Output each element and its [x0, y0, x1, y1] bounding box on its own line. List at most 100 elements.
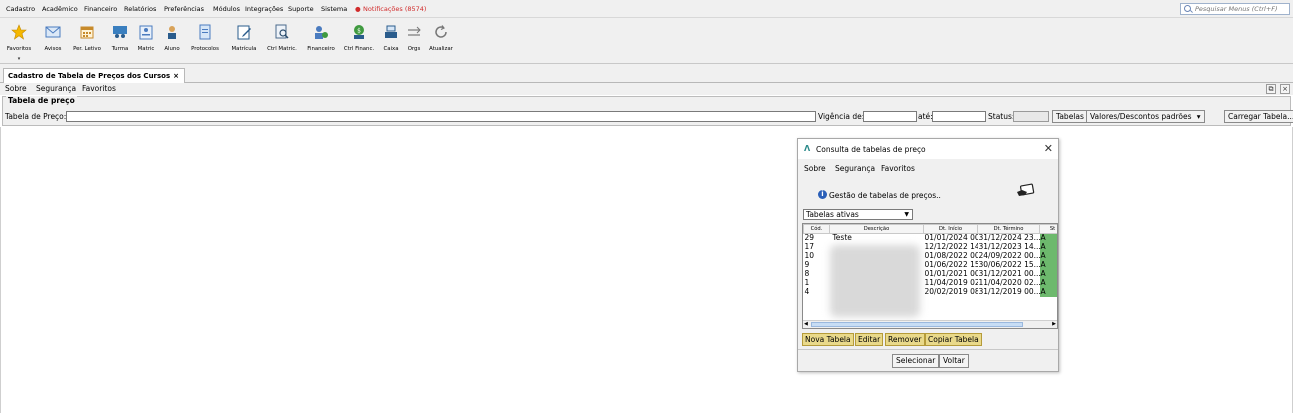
cell-termino: 31/12/2021 00...	[978, 269, 1040, 278]
cell-cod: 9	[804, 260, 810, 269]
column-header[interactable]: Dt. Término	[977, 224, 1040, 234]
menu-relatorios[interactable]: Relatórios	[124, 5, 156, 13]
vigencia-label: Vigência de:	[818, 112, 865, 121]
column-header[interactable]: Cód.	[803, 224, 830, 234]
valores-descontos-dropdown[interactable]: Valores/Descontos padrões ▾	[1086, 110, 1205, 123]
tabelas-button[interactable]: Tabelas	[1052, 110, 1088, 123]
form-menu-sobre[interactable]: Sobre	[5, 84, 27, 93]
carregar-tabela-button[interactable]: Carregar Tabela...	[1224, 110, 1293, 123]
arrow-right-icon[interactable]: ▶	[1052, 321, 1056, 327]
toolbar-label: Avisos	[44, 46, 62, 52]
toolbar-turma-button[interactable]: Turma	[107, 20, 133, 60]
nova-tabela-button[interactable]: Nova Tabela	[802, 333, 854, 346]
toolbar-orgs-button[interactable]: Orgs	[403, 20, 425, 60]
toolbar-atualizar-button[interactable]: Atualizar	[426, 20, 456, 60]
toolbar-label: Protocolos	[191, 46, 219, 52]
scrollbar-thumb[interactable]	[811, 322, 1023, 327]
toolbar-matric-button[interactable]: Matric	[133, 20, 159, 60]
toolbar-aluno-button[interactable]: Aluno	[159, 20, 185, 60]
search-document-icon	[275, 24, 289, 39]
menu-cadastro[interactable]: Cadastro	[6, 5, 35, 13]
toolbar-label: Matrícula	[231, 46, 257, 52]
remover-button[interactable]: Remover	[885, 333, 925, 346]
cell-cod: 8	[804, 269, 810, 278]
close-icon[interactable]: ✕	[1044, 142, 1053, 155]
toolbar-label: Per. Letivo	[73, 46, 101, 52]
dialog-titlebar: Λ Consulta de tabelas de preço ✕	[798, 139, 1058, 159]
toolbar-favoritos-button[interactable]: Favoritos ▾	[2, 20, 36, 62]
tabelas-filter-select[interactable]: Tabelas ativas ▼	[803, 209, 913, 220]
close-icon[interactable]: ×	[173, 72, 179, 80]
selecionar-button[interactable]: Selecionar	[892, 354, 940, 368]
dialog-menu-sobre[interactable]: Sobre	[804, 164, 826, 173]
cell-inicio: 01/08/2022 00...	[924, 251, 978, 260]
menu-academico[interactable]: Acadêmico	[42, 5, 78, 13]
svg-text:$: $	[357, 28, 361, 35]
toolbar-label: Caixa	[383, 46, 399, 52]
form-menu-seguranca[interactable]: Segurança	[36, 84, 76, 93]
column-header[interactable]: St	[1039, 224, 1057, 234]
menu-suporte[interactable]: Suporte	[288, 5, 314, 13]
editar-button[interactable]: Editar	[855, 333, 884, 346]
menu-modulos[interactable]: Módulos	[213, 5, 240, 13]
cell-desc: Teste	[832, 233, 852, 243]
column-header[interactable]: Dt. Início	[923, 224, 978, 234]
menu-preferencias[interactable]: Preferências	[164, 5, 204, 13]
search-icon	[1184, 5, 1191, 12]
voltar-button[interactable]: Voltar	[939, 354, 969, 368]
main-content-area	[0, 127, 1293, 413]
toolbar-ctrl-matric-button[interactable]: Ctrl Matric.	[262, 20, 302, 60]
cell-status: A	[1039, 269, 1057, 279]
cell-cod: 17	[804, 242, 815, 251]
close-icon[interactable]: ×	[1280, 84, 1290, 94]
dialog-menu-favoritos[interactable]: Favoritos	[881, 164, 915, 173]
tabela-preco-label: Tabela de Preço:	[5, 112, 67, 121]
search-menus-box	[1180, 3, 1290, 15]
classroom-icon	[113, 26, 127, 38]
menu-financeiro[interactable]: Financeiro	[84, 5, 117, 13]
form-menu-favoritos[interactable]: Favoritos	[82, 84, 116, 93]
cell-inicio: 01/01/2024 00...	[924, 233, 978, 243]
column-header[interactable]: Descrição	[829, 224, 924, 234]
toolbar-protocolos-button[interactable]: Protocolos	[186, 20, 224, 60]
toolbar-caixa-button[interactable]: Caixa	[380, 20, 402, 60]
toolbar-matricula-button[interactable]: Matrícula	[227, 20, 261, 60]
arrow-left-icon[interactable]: ◀	[804, 321, 808, 327]
cell-status: A	[1039, 233, 1057, 243]
toolbar-label: Turma	[111, 46, 129, 52]
bell-icon: ●	[355, 5, 361, 13]
dialog-menu-seguranca[interactable]: Segurança	[835, 164, 875, 173]
search-menus-input[interactable]	[1195, 4, 1289, 14]
valores-descontos-label: Valores/Descontos padrões	[1090, 112, 1192, 121]
horizontal-scrollbar[interactable]: ◀ ▶	[803, 320, 1057, 328]
menu-sistema[interactable]: Sistema	[321, 5, 347, 13]
tabela-preco-fieldset: Tabela de preço Tabela de Preço: Vigênci…	[2, 96, 1293, 126]
chevron-down-icon: ▾	[1196, 112, 1201, 121]
table-row[interactable]: 29 Teste 01/01/2024 00...31/12/2024 23...A	[804, 233, 1057, 243]
cash-register-icon	[385, 25, 397, 38]
detach-icon[interactable]: ⧉	[1266, 84, 1276, 94]
vigencia-de-input[interactable]	[863, 111, 917, 122]
cell-termino: 31/12/2023 14...	[978, 242, 1040, 251]
copiar-tabela-button[interactable]: Copiar Tabela	[925, 333, 982, 346]
menu-integracoes[interactable]: Integrações	[245, 5, 283, 13]
toolbar-label: Financeiro	[307, 46, 335, 52]
app-logo-icon: Λ	[804, 144, 811, 153]
toolbar-per-letivo-button[interactable]: Per. Letivo	[68, 20, 106, 60]
cell-status: A	[1039, 242, 1057, 252]
menu-notificacoes[interactable]: Notificações (8574)	[363, 5, 426, 13]
menu-bar: Cadastro Acadêmico Financeiro Relatórios…	[0, 0, 1293, 18]
cell-status: A	[1039, 287, 1057, 297]
toolbar-avisos-button[interactable]: Avisos	[40, 20, 66, 60]
toolbar-financeiro-button[interactable]: Financeiro	[302, 20, 340, 60]
toolbar-label: Matric	[137, 46, 155, 52]
cell-inicio: 11/04/2019 02...	[924, 278, 978, 287]
divider	[798, 349, 1058, 350]
vigencia-ate-input[interactable]	[932, 111, 986, 122]
toolbar-ctrl-financ-button[interactable]: $ Ctrl Financ.	[341, 20, 377, 60]
tab-cadastro-tabela-precos[interactable]: Cadastro de Tabela de Preços dos Cursos ×	[3, 68, 186, 83]
tabela-preco-input[interactable]	[66, 111, 816, 122]
cell-status: A	[1039, 278, 1057, 288]
tabelas-grid: Cód. Descrição Dt. Início Dt. Término St…	[802, 223, 1058, 329]
cell-inicio: 01/06/2022 15...	[924, 260, 978, 269]
